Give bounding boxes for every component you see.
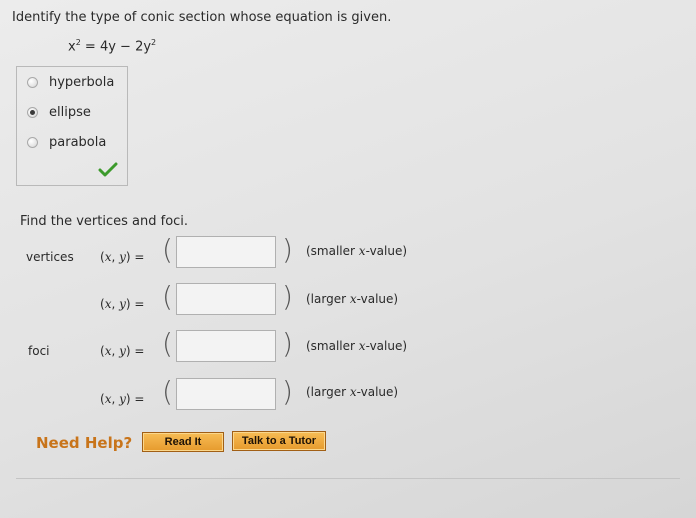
focus-smaller-x-input[interactable] [176,330,276,362]
equation-body: = 4y − 2y [80,39,152,55]
row-hint: (larger x-value) [306,385,399,399]
need-help-label: Need Help? [36,434,133,452]
choice-ellipse[interactable]: ellipse [27,105,91,120]
vertex-larger-x-input[interactable] [176,283,276,315]
choice-label: ellipse [49,105,91,120]
radio-parabola[interactable] [27,137,38,148]
close-paren: ) [282,280,293,313]
equation-lhs: x [68,39,76,55]
choice-parabola[interactable]: parabola [27,135,106,150]
xy-label: (x, y) = [100,297,145,311]
radio-ellipse[interactable] [27,107,38,118]
choice-label: hyperbola [49,75,115,90]
foci-label: foci [28,344,50,358]
close-paren: ) [282,375,293,408]
equation-rhs-exponent: 2 [151,38,157,47]
close-paren: ) [282,327,293,360]
open-paren: ( [162,233,173,266]
choice-label: parabola [49,135,107,150]
open-paren: ( [162,280,173,313]
close-paren: ) [282,233,293,266]
row-hint: (smaller x-value) [306,244,408,258]
read-it-button[interactable]: Read It [142,432,224,452]
open-paren: ( [162,327,173,360]
focus-larger-x-input[interactable] [176,378,276,410]
row-hint: (smaller x-value) [306,339,408,353]
choice-hyperbola[interactable]: hyperbola [27,75,114,90]
talk-to-tutor-button[interactable]: Talk to a Tutor [232,431,326,451]
radio-hyperbola[interactable] [27,77,38,88]
vertex-smaller-x-input[interactable] [176,236,276,268]
xy-label: (x, y) = [100,250,145,264]
divider [16,478,680,479]
xy-label: (x, y) = [100,392,145,406]
section-title: Find the vertices and foci. [20,214,189,229]
open-paren: ( [162,375,173,408]
question-prompt: Identify the type of conic section whose… [12,10,392,25]
row-hint: (larger x-value) [306,292,399,306]
conic-equation: x2 = 4y − 2y2 [68,38,156,54]
check-icon [98,162,118,177]
xy-label: (x, y) = [100,344,145,358]
vertices-label: vertices [26,250,74,264]
